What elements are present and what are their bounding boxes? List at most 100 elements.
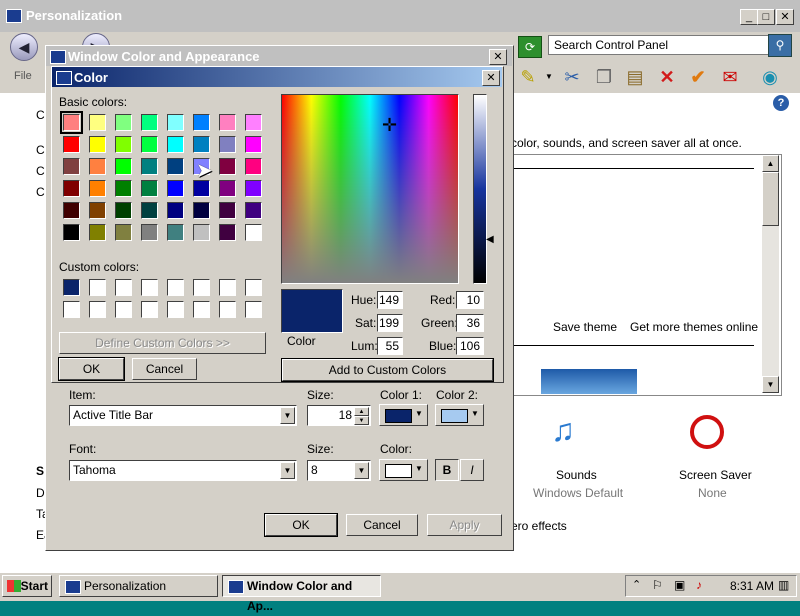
color-swatch[interactable] [167, 224, 184, 241]
color-swatch[interactable] [141, 301, 158, 318]
color-swatch[interactable] [245, 224, 262, 241]
dropdown-arrow-icon[interactable]: ▼ [545, 72, 553, 81]
chevron-down-icon[interactable]: ▼ [280, 462, 295, 479]
check-icon[interactable]: ✔ [686, 65, 710, 89]
wca-ok-button[interactable]: OK [264, 513, 338, 537]
color-swatch[interactable] [63, 136, 80, 153]
color-swatch[interactable] [89, 136, 106, 153]
color-swatch[interactable] [141, 180, 158, 197]
paste-icon[interactable]: ▤ [623, 65, 647, 89]
sounds-icon[interactable]: ♫ [551, 412, 575, 449]
left-link-c0[interactable]: C [36, 108, 45, 122]
color-swatch[interactable] [141, 224, 158, 241]
color-swatch[interactable] [89, 279, 106, 296]
chevron-down-icon[interactable]: ▼ [280, 407, 295, 424]
color-swatch[interactable] [245, 301, 262, 318]
color-swatch[interactable] [193, 202, 210, 219]
globe-icon[interactable]: ◉ [758, 65, 782, 89]
color-swatch[interactable] [63, 224, 80, 241]
font-color-picker[interactable]: ▼ [379, 459, 428, 481]
color-swatch[interactable] [141, 114, 158, 131]
color-swatch[interactable] [141, 279, 158, 296]
scroll-down-icon[interactable]: ▼ [762, 376, 779, 393]
color-swatch[interactable] [63, 202, 80, 219]
lum-field[interactable]: 55 [377, 337, 403, 355]
luminance-arrow-icon[interactable]: ◀ [486, 234, 494, 245]
color-cancel-button[interactable]: Cancel [132, 358, 197, 380]
back-icon[interactable]: ◀ [10, 33, 38, 61]
item-select[interactable]: Active Title Bar ▼ [69, 405, 297, 426]
save-theme-link[interactable]: Save theme [553, 320, 617, 334]
color-swatch[interactable] [167, 202, 184, 219]
theme-scrollbar[interactable]: ▲ ▼ [762, 155, 779, 393]
color-swatch[interactable] [219, 279, 236, 296]
maximize-button[interactable]: □ [757, 9, 775, 25]
copy-icon[interactable]: ❐ [592, 65, 616, 89]
color-swatch[interactable] [115, 180, 132, 197]
color-swatch[interactable] [89, 180, 106, 197]
color-swatch[interactable] [115, 114, 132, 131]
color-swatch[interactable] [141, 136, 158, 153]
color-swatch[interactable] [89, 301, 106, 318]
wca-apply-button[interactable]: Apply [427, 514, 502, 536]
wca-titlebar[interactable]: Window Color and Appearance ✕ [46, 46, 512, 66]
color-spectrum[interactable] [281, 94, 459, 284]
luminance-slider[interactable] [473, 94, 487, 284]
color-swatch[interactable] [245, 202, 262, 219]
mail-icon[interactable]: ✉ [718, 65, 742, 89]
search-input[interactable]: Search Control Panel [548, 35, 773, 55]
color-swatch[interactable] [115, 136, 132, 153]
color-swatch[interactable] [245, 279, 262, 296]
blue-field[interactable]: 106 [456, 337, 484, 355]
color-swatch[interactable] [245, 158, 262, 175]
help-icon[interactable]: ? [773, 95, 789, 111]
screensaver-icon[interactable] [690, 415, 724, 449]
font-size-select[interactable]: 8 ▼ [307, 460, 371, 481]
aero-effects-text[interactable]: ero effects [511, 519, 567, 533]
scroll-thumb[interactable] [762, 172, 779, 226]
color-swatch[interactable] [193, 114, 210, 131]
item-size-spinner[interactable]: 18 ▲ ▼ [307, 405, 371, 426]
color-swatch[interactable] [193, 136, 210, 153]
menu-file[interactable]: File [14, 70, 32, 82]
color-swatch[interactable] [141, 202, 158, 219]
color2-picker[interactable]: ▼ [435, 404, 484, 426]
cut-icon[interactable]: ✂ [560, 65, 584, 89]
color-swatch[interactable] [245, 180, 262, 197]
color-swatch[interactable] [167, 136, 184, 153]
color-swatch[interactable] [115, 279, 132, 296]
scroll-up-icon[interactable]: ▲ [762, 155, 779, 172]
sounds-label[interactable]: Sounds [556, 468, 597, 482]
color-swatch[interactable] [89, 158, 106, 175]
start-button[interactable]: Start [2, 575, 52, 597]
color-swatch[interactable] [219, 202, 236, 219]
add-to-custom-colors-button[interactable]: Add to Custom Colors [281, 358, 494, 382]
color-swatch[interactable] [167, 114, 184, 131]
color-ok-button[interactable]: OK [58, 357, 125, 381]
screensaver-label[interactable]: Screen Saver [679, 468, 752, 482]
get-more-themes-link[interactable]: Get more themes online [630, 320, 758, 334]
theme-thumbnail[interactable] [541, 369, 637, 394]
color-swatch[interactable] [60, 111, 83, 134]
color-swatch[interactable] [193, 279, 210, 296]
network-icon[interactable]: ▣ [674, 578, 685, 592]
wca-cancel-button[interactable]: Cancel [346, 514, 418, 536]
volume-muted-icon[interactable]: ♪ [696, 578, 702, 592]
color-swatch[interactable] [167, 158, 184, 175]
color-swatch[interactable] [141, 158, 158, 175]
color-swatch[interactable] [245, 114, 262, 131]
refresh-icon[interactable]: ⟳ [518, 36, 542, 58]
color-swatch[interactable] [167, 180, 184, 197]
bold-toggle[interactable]: B [435, 459, 459, 481]
color-swatch[interactable] [219, 224, 236, 241]
color-swatch[interactable] [193, 301, 210, 318]
clock[interactable]: 8:31 AM [730, 579, 774, 593]
properties-icon[interactable]: ✎ [516, 65, 540, 89]
color-swatch[interactable] [115, 224, 132, 241]
color-swatch[interactable] [219, 114, 236, 131]
taskbar-window-color[interactable]: Window Color and Ap... [222, 575, 381, 613]
color-swatch[interactable] [167, 301, 184, 318]
color-swatch[interactable] [219, 180, 236, 197]
search-icon[interactable]: ⚲ [768, 34, 792, 57]
color-swatch[interactable] [115, 301, 132, 318]
